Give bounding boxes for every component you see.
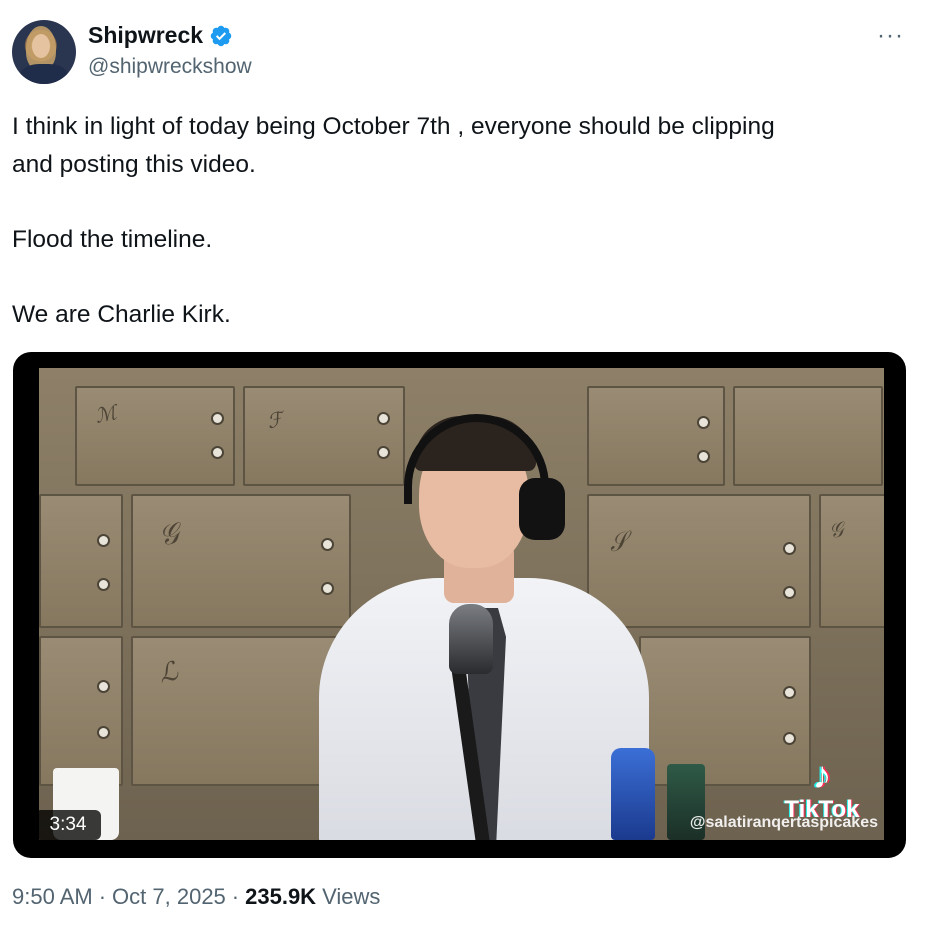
meta-separator: ·: [98, 884, 107, 909]
views-label: Views: [322, 884, 381, 909]
author-handle[interactable]: @shipwreckshow: [88, 55, 252, 79]
tiktok-note-icon: ♪: [812, 755, 832, 797]
locker-door: [733, 386, 883, 486]
views-count: 235.9K: [245, 884, 317, 909]
microphone-icon: [449, 604, 493, 674]
locker-door: [39, 636, 123, 786]
author-display-name[interactable]: Shipwreck: [88, 22, 203, 49]
locker-door: [819, 494, 884, 628]
video-duration-badge: 3:34: [35, 810, 101, 840]
avatar-shirt: [20, 64, 68, 84]
locker-signature: ℳ: [92, 400, 119, 428]
tweet-time[interactable]: 9:50 AM: [12, 884, 93, 910]
video-frame: ℳ ℱ 𝒢 𝒮 ℒ 𝒢 ♪ TikTok @salatiranqertaspic…: [39, 368, 884, 840]
locker-door: [39, 494, 123, 628]
tiktok-username: @salatiranqertaspicakes: [689, 814, 878, 831]
video-player[interactable]: ℳ ℱ 𝒢 𝒮 ℒ 𝒢 ♪ TikTok @salatiranqertaspic…: [13, 352, 906, 858]
avatar[interactable]: [12, 20, 76, 84]
more-options-icon[interactable]: ···: [877, 22, 904, 50]
locker-door: [75, 386, 235, 486]
meta-separator: ·: [231, 884, 240, 909]
verified-badge-icon: [210, 25, 232, 46]
water-bottle: [611, 748, 655, 840]
tweet-text: I think in light of today being October …: [12, 113, 775, 328]
avatar-face: [32, 34, 50, 58]
author-name-row: Shipwreck: [88, 22, 233, 49]
headphone-earcup: [519, 478, 565, 540]
tweet-meta: 9:50 AM · Oct 7, 2025 · 235.9K Views: [12, 884, 380, 910]
tweet-date[interactable]: Oct 7, 2025: [112, 884, 226, 910]
